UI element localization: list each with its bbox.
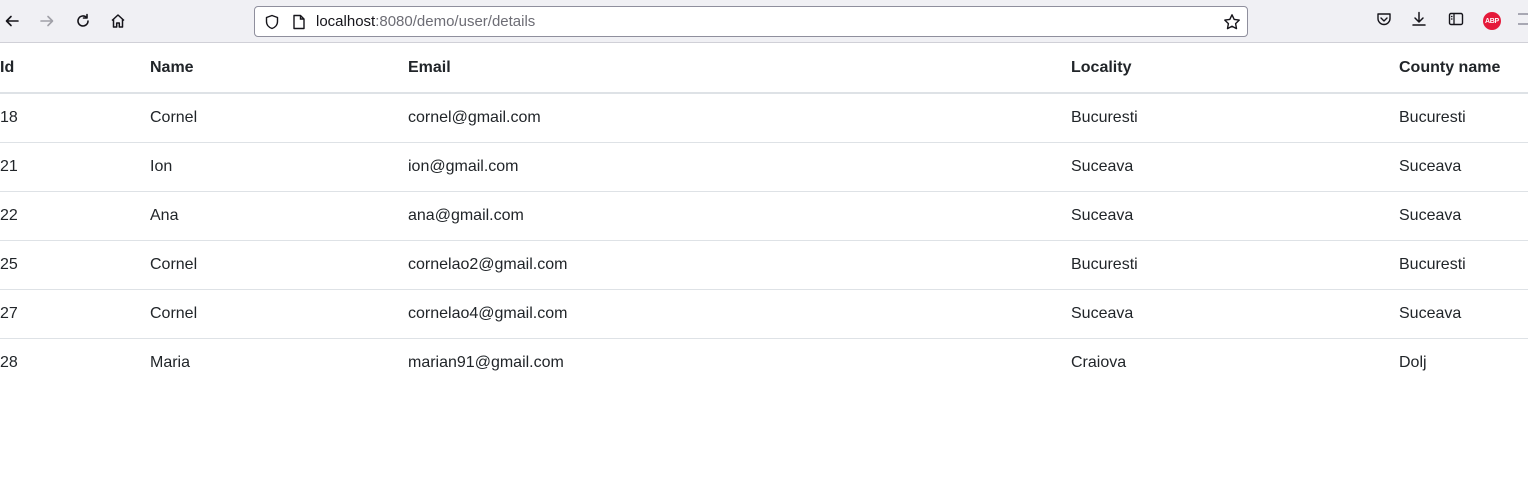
table-row: 21 Ion ion@gmail.com Suceava Suceava <box>0 142 1528 192</box>
table-row: 28 Maria marian91@gmail.com Craiova Dolj <box>0 338 1528 387</box>
cell-name: Cornel <box>150 240 408 290</box>
arrow-right-icon <box>39 13 55 29</box>
home-icon <box>110 13 126 29</box>
table-row: 18 Cornel cornel@gmail.com Bucuresti Buc… <box>0 93 1528 143</box>
star-icon[interactable] <box>1223 13 1241 36</box>
cell-locality: Suceava <box>1071 289 1399 339</box>
cell-id: 25 <box>0 240 150 290</box>
cell-locality: Bucuresti <box>1071 93 1399 143</box>
url-host: localhost <box>316 13 376 30</box>
cell-email: ion@gmail.com <box>408 142 1071 192</box>
browser-toolbar: localhost:8080/demo/user/details ABP <box>0 0 1528 43</box>
header-id: Id <box>0 43 150 94</box>
reload-icon <box>75 13 91 29</box>
table-row: 27 Cornel cornelao4@gmail.com Suceava Su… <box>0 289 1528 339</box>
table-body: 18 Cornel cornel@gmail.com Bucuresti Buc… <box>0 93 1528 387</box>
cell-name: Ana <box>150 191 408 241</box>
cell-county: Suceava <box>1399 191 1528 241</box>
header-county-name: County name <box>1399 43 1528 94</box>
header-locality: Locality <box>1071 43 1399 94</box>
table-row: 22 Ana ana@gmail.com Suceava Suceava <box>0 191 1528 241</box>
cell-county: Suceava <box>1399 142 1528 192</box>
overflow-menu-button[interactable] <box>1518 11 1528 31</box>
pocket-icon <box>1376 11 1392 32</box>
header-name: Name <box>150 43 408 94</box>
cell-county: Bucuresti <box>1399 240 1528 290</box>
forward-button[interactable] <box>35 9 59 33</box>
adblock-icon: ABP <box>1483 12 1501 30</box>
table-header-row: Id Name Email Locality County name <box>0 43 1528 94</box>
adblock-button[interactable]: ABP <box>1482 11 1502 31</box>
cell-id: 28 <box>0 353 18 371</box>
shield-icon[interactable] <box>264 14 280 35</box>
cell-name: Ion <box>150 142 408 192</box>
cell-county: Suceava <box>1399 289 1528 339</box>
cell-id: 22 <box>0 191 150 241</box>
extensions-icon <box>1518 11 1528 31</box>
cell-id: 18 <box>0 93 150 143</box>
header-email: Email <box>408 43 1071 94</box>
cell-county: Dolj <box>1399 353 1427 371</box>
pocket-button[interactable] <box>1374 11 1394 31</box>
url-path: :8080/demo/user/details <box>375 13 536 30</box>
home-button[interactable] <box>106 9 130 33</box>
download-icon <box>1411 11 1427 32</box>
cell-email: ana@gmail.com <box>408 191 1071 241</box>
table-row: 25 Cornel cornelao2@gmail.com Bucuresti … <box>0 240 1528 290</box>
back-button[interactable] <box>0 9 24 33</box>
cell-id: 27 <box>0 289 150 339</box>
downloads-button[interactable] <box>1409 11 1429 31</box>
cell-id: 21 <box>0 142 150 192</box>
sidebar-icon <box>1448 11 1464 32</box>
sidebar-button[interactable] <box>1446 11 1466 31</box>
cell-locality: Suceava <box>1071 191 1399 241</box>
cell-email: marian91@gmail.com <box>408 353 564 371</box>
cell-email: cornel@gmail.com <box>408 93 1071 143</box>
table-header: Id Name Email Locality County name <box>0 43 1528 94</box>
cell-email: cornelao4@gmail.com <box>408 289 1071 339</box>
cell-locality: Bucuresti <box>1071 240 1399 290</box>
page-icon[interactable] <box>292 14 306 35</box>
cell-name: Cornel <box>150 93 408 143</box>
cell-name: Maria <box>150 353 191 371</box>
cell-email: cornelao2@gmail.com <box>408 240 1071 290</box>
address-bar[interactable]: localhost:8080/demo/user/details <box>254 6 1248 37</box>
url-text[interactable]: localhost:8080/demo/user/details <box>316 13 535 31</box>
cell-county: Bucuresti <box>1399 93 1528 143</box>
cell-locality: Suceava <box>1071 142 1399 192</box>
user-details-table: Id Name Email Locality County name 18 Co… <box>0 43 1528 387</box>
cell-name: Cornel <box>150 289 408 339</box>
cell-locality: Craiova <box>1071 353 1127 371</box>
reload-button[interactable] <box>71 9 95 33</box>
arrow-left-icon <box>4 13 20 29</box>
